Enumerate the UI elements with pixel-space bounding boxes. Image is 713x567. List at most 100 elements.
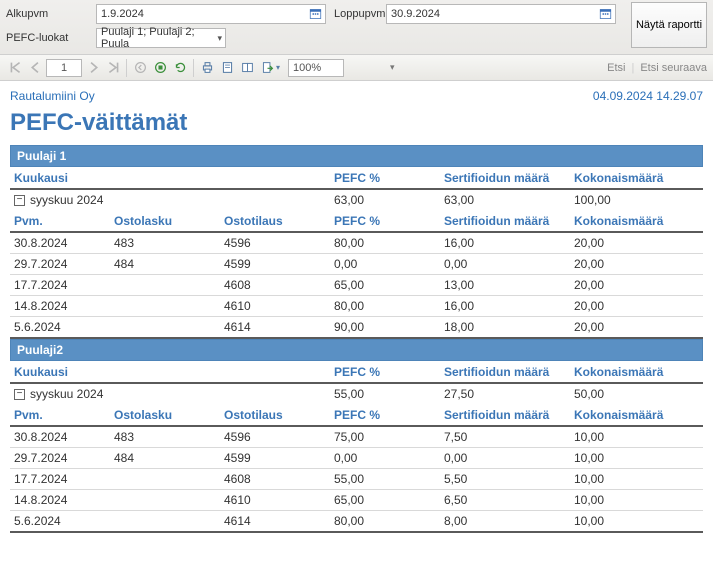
filter-bar: Alkupvm 1.9.2024 Loppupvm 30.9.2024 PEFC…	[0, 0, 713, 55]
cell-ostotilaus: 4614	[224, 320, 334, 334]
calendar-icon[interactable]	[598, 8, 612, 21]
cell-pvm: 30.8.2024	[14, 236, 114, 250]
cell-ostolasku	[114, 278, 224, 292]
first-page-icon[interactable]	[6, 59, 24, 77]
col-pvm: Pvm.	[14, 214, 114, 228]
end-date-input[interactable]: 30.9.2024	[386, 4, 616, 24]
cell-pvm: 17.7.2024	[14, 278, 114, 292]
month-koko: 100,00	[574, 193, 684, 207]
end-date-value: 30.9.2024	[391, 8, 598, 20]
cell-koko: 10,00	[574, 472, 684, 486]
page-setup-icon[interactable]	[238, 59, 256, 77]
pefc-classes-label: PEFC-luokat	[6, 32, 96, 44]
cell-sert: 7,50	[444, 430, 574, 444]
search-area: Etsi | Etsi seuraava	[607, 62, 707, 74]
start-date-input[interactable]: 1.9.2024	[96, 4, 326, 24]
cell-ostotilaus: 4596	[224, 236, 334, 250]
cell-ostotilaus: 4608	[224, 278, 334, 292]
zoom-chevron-down-icon[interactable]: ▾	[390, 62, 395, 73]
col-pvm: Pvm.	[14, 408, 114, 422]
month-header-row: Kuukausi PEFC % Sertifioidun määrä Kokon…	[10, 361, 703, 384]
month-header-row: Kuukausi PEFC % Sertifioidun määrä Kokon…	[10, 167, 703, 190]
page-number-input[interactable]: 1	[46, 59, 82, 77]
col-pefc: PEFC %	[334, 171, 444, 185]
col-pefc: PEFC %	[334, 408, 444, 422]
table-row: 29.7.2024 484 4599 0,00 0,00 20,00	[10, 254, 703, 275]
search-separator: |	[631, 62, 634, 74]
table-row: 5.6.2024 4614 80,00 8,00 10,00	[10, 511, 703, 533]
find-next-link[interactable]: Etsi seuraava	[640, 62, 707, 74]
table-row: 17.7.2024 4608 65,00 13,00 20,00	[10, 275, 703, 296]
cell-ostolasku: 483	[114, 430, 224, 444]
report-timestamp: 04.09.2024 14.29.07	[593, 89, 703, 103]
cell-pefc: 75,00	[334, 430, 444, 444]
stop-icon[interactable]	[151, 59, 169, 77]
cell-pvm: 29.7.2024	[14, 257, 114, 271]
cell-sert: 5,50	[444, 472, 574, 486]
cell-sert: 0,00	[444, 257, 574, 271]
cell-ostotilaus: 4608	[224, 472, 334, 486]
cell-pefc: 0,00	[334, 257, 444, 271]
month-koko: 50,00	[574, 387, 684, 401]
month-row: − syyskuu 2024 55,00 27,50 50,00	[10, 384, 703, 404]
cell-pvm: 5.6.2024	[14, 320, 114, 334]
zoom-select[interactable]: 100%	[288, 59, 344, 77]
pefc-classes-select[interactable]: Puulaji 1; Puulaji 2; Puula ▾	[96, 28, 226, 48]
last-page-icon[interactable]	[104, 59, 122, 77]
cell-ostotilaus: 4596	[224, 430, 334, 444]
col-month: Kuukausi	[14, 171, 334, 185]
toolbar-divider	[193, 59, 194, 77]
month-sert: 63,00	[444, 193, 574, 207]
pefc-classes-value: Puulaji 1; Puulaji 2; Puula	[101, 26, 217, 50]
col-month: Kuukausi	[14, 365, 334, 379]
report-body: Rautalumiini Oy 04.09.2024 14.29.07 PEFC…	[0, 81, 713, 545]
col-koko: Kokonaismäärä	[574, 365, 684, 379]
species-block: Puulaji 1 Kuukausi PEFC % Sertifioidun m…	[10, 145, 703, 339]
cell-ostolasku: 483	[114, 236, 224, 250]
cell-pefc: 0,00	[334, 451, 444, 465]
col-pefc: PEFC %	[334, 365, 444, 379]
cell-pvm: 30.8.2024	[14, 430, 114, 444]
company-name: Rautalumiini Oy	[10, 89, 95, 103]
col-sert: Sertifioidun määrä	[444, 171, 574, 185]
collapse-icon[interactable]: −	[14, 195, 25, 206]
prev-page-icon[interactable]	[26, 59, 44, 77]
cell-pefc: 65,00	[334, 278, 444, 292]
species-block: Puulaji2 Kuukausi PEFC % Sertifioidun mä…	[10, 339, 703, 533]
cell-sert: 6,50	[444, 493, 574, 507]
col-koko: Kokonaismäärä	[574, 214, 684, 228]
detail-header-row: Pvm. Ostolasku Ostotilaus PEFC % Sertifi…	[10, 404, 703, 427]
export-icon[interactable]	[258, 59, 276, 77]
table-row: 30.8.2024 483 4596 75,00 7,50 10,00	[10, 427, 703, 448]
cell-ostolasku	[114, 514, 224, 528]
month-pefc: 63,00	[334, 193, 444, 207]
print-icon[interactable]	[198, 59, 216, 77]
cell-ostotilaus: 4614	[224, 514, 334, 528]
refresh-icon[interactable]	[171, 59, 189, 77]
data-rows: 30.8.2024 483 4596 80,00 16,00 20,00 29.…	[10, 233, 703, 339]
month-sert: 27,50	[444, 387, 574, 401]
collapse-icon[interactable]: −	[14, 389, 25, 400]
cell-koko: 20,00	[574, 278, 684, 292]
find-link[interactable]: Etsi	[607, 62, 625, 74]
col-pefc: PEFC %	[334, 214, 444, 228]
toolbar-divider	[126, 59, 127, 77]
end-date-label: Loppupvm	[326, 8, 386, 20]
print-layout-icon[interactable]	[218, 59, 236, 77]
col-sert: Sertifioidun määrä	[444, 214, 574, 228]
cell-pefc: 55,00	[334, 472, 444, 486]
cell-koko: 10,00	[574, 514, 684, 528]
table-row: 30.8.2024 483 4596 80,00 16,00 20,00	[10, 233, 703, 254]
cell-pvm: 5.6.2024	[14, 514, 114, 528]
calendar-icon[interactable]	[308, 8, 322, 21]
back-icon[interactable]	[131, 59, 149, 77]
table-row: 14.8.2024 4610 65,00 6,50 10,00	[10, 490, 703, 511]
cell-koko: 10,00	[574, 430, 684, 444]
run-report-button[interactable]: Näytä raportti	[631, 2, 707, 48]
cell-pefc: 65,00	[334, 493, 444, 507]
cell-ostotilaus: 4599	[224, 451, 334, 465]
data-rows: 30.8.2024 483 4596 75,00 7,50 10,00 29.7…	[10, 427, 703, 533]
export-chevron-down-icon[interactable]: ▾	[276, 63, 280, 72]
col-ostolasku: Ostolasku	[114, 214, 224, 228]
next-page-icon[interactable]	[84, 59, 102, 77]
